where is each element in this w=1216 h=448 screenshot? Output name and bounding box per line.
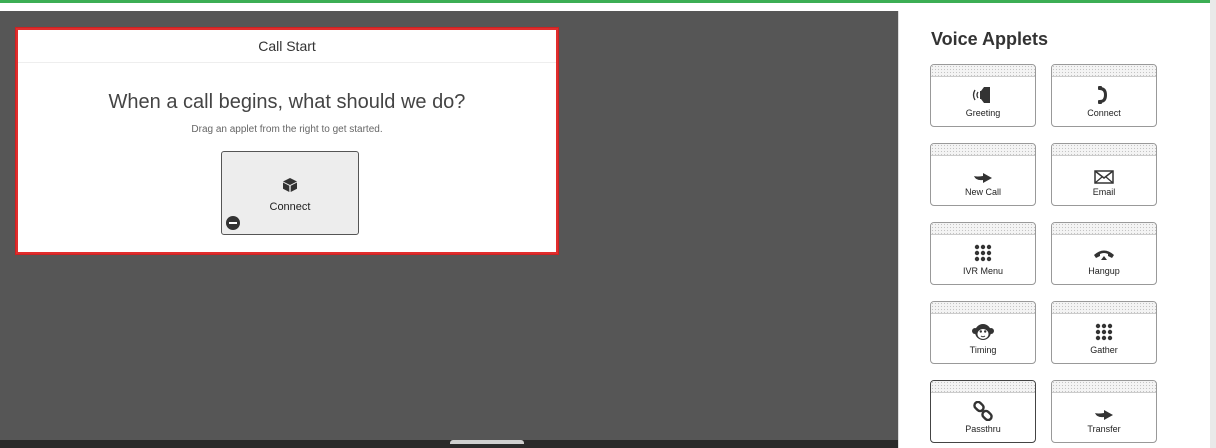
drag-handle[interactable] <box>1052 144 1156 156</box>
drag-handle[interactable] <box>931 144 1035 156</box>
keypad-icon <box>1052 314 1156 342</box>
applet-ivr-menu[interactable]: IVR Menu <box>930 222 1036 285</box>
canvas-scrollbar-thumb[interactable] <box>450 440 524 444</box>
applet-label: Transfer <box>1087 424 1121 434</box>
dropped-applet-connect[interactable]: Connect <box>221 151 359 235</box>
drag-handle[interactable] <box>1052 381 1156 393</box>
applet-passthru[interactable]: Passthru <box>930 380 1036 443</box>
arrow-icon <box>1052 393 1156 421</box>
top-strip <box>0 3 1216 11</box>
drag-handle[interactable] <box>931 302 1035 314</box>
applet-hangup[interactable]: Hangup <box>1051 222 1157 285</box>
applet-gather[interactable]: Gather <box>1051 301 1157 364</box>
applet-label: Passthru <box>965 424 1001 434</box>
applet-email[interactable]: Email <box>1051 143 1157 206</box>
drag-handle[interactable] <box>931 65 1035 77</box>
card-title: Call Start <box>18 30 556 63</box>
applet-timing[interactable]: Timing <box>930 301 1036 364</box>
applet-new-call[interactable]: New Call <box>930 143 1036 206</box>
chain-link-icon <box>931 393 1035 421</box>
hangup-phone-icon <box>1052 235 1156 263</box>
applet-label: Connect <box>1087 108 1121 118</box>
keypad-icon <box>931 235 1035 263</box>
applets-sidebar: Voice Applets Greeting Connect New Call … <box>898 11 1216 448</box>
envelope-icon <box>1052 156 1156 184</box>
applet-label: IVR Menu <box>962 266 1004 276</box>
drag-handle[interactable] <box>1052 65 1156 77</box>
phone-handset-icon <box>1052 77 1156 105</box>
canvas-scrollbar-track[interactable] <box>0 440 898 448</box>
applet-label: Timing <box>969 345 997 355</box>
drag-handle[interactable] <box>931 381 1035 393</box>
monkey-icon <box>931 314 1035 342</box>
applet-transfer[interactable]: Transfer <box>1051 380 1157 443</box>
sidebar-title: Voice Applets <box>931 29 1049 49</box>
card-question: When a call begins, what should we do? <box>108 91 466 113</box>
dropped-applet-label: Connect <box>269 201 311 213</box>
drag-handle[interactable] <box>931 223 1035 235</box>
greeting-speaker-icon <box>931 77 1035 105</box>
applet-label: Hangup <box>1088 266 1120 276</box>
applet-connect[interactable]: Connect <box>1051 64 1157 127</box>
call-start-card[interactable]: Call Start When a call begins, what shou… <box>16 28 558 254</box>
drag-handle[interactable] <box>1052 223 1156 235</box>
applet-label: New Call <box>964 187 1001 197</box>
sidebar-scrollbar[interactable] <box>1210 0 1216 448</box>
box-icon <box>222 176 358 199</box>
applet-label: Greeting <box>965 108 1001 118</box>
arrow-icon <box>931 156 1035 184</box>
remove-icon[interactable] <box>226 216 240 230</box>
applet-greeting[interactable]: Greeting <box>930 64 1036 127</box>
applet-label: Gather <box>1090 345 1118 355</box>
drag-handle[interactable] <box>1052 302 1156 314</box>
card-hint: Drag an applet from the right to get sta… <box>191 124 383 135</box>
applet-label: Email <box>1092 187 1116 197</box>
